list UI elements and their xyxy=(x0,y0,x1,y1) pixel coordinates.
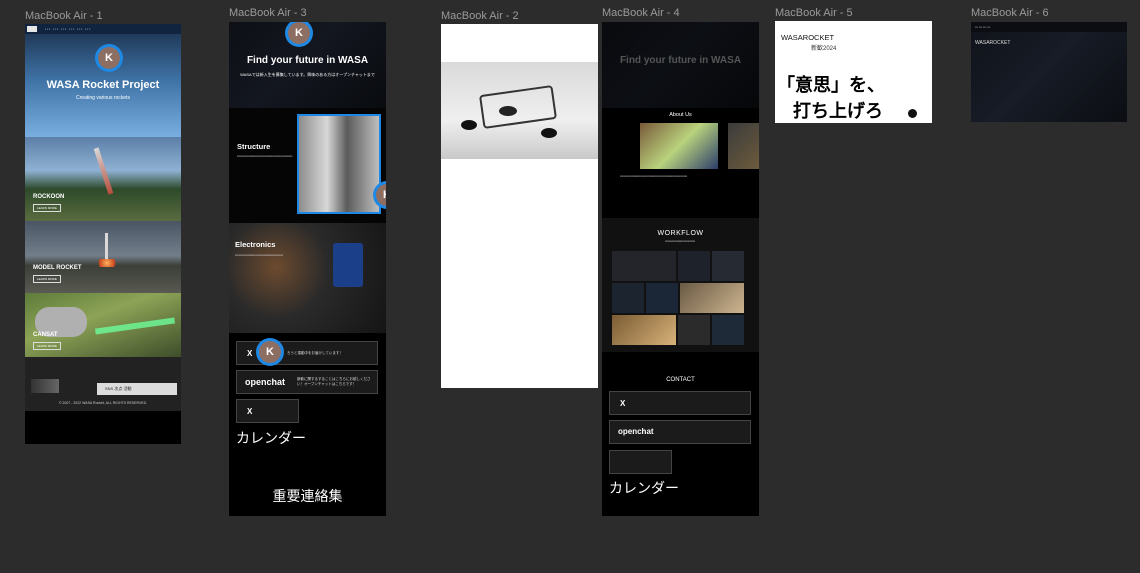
frame-label-5[interactable]: MacBook Air - 5 xyxy=(775,7,853,19)
frame-macbook-air-2[interactable] xyxy=(441,24,598,388)
calendar-heading: カレンダー xyxy=(609,480,679,496)
about-section: About Us ▪▪▪▪▪▪▪▪▪▪▪▪▪▪▪▪▪▪▪▪▪▪▪▪▪▪▪▪▪▪▪… xyxy=(602,108,759,210)
contact-title: CONTACT xyxy=(666,377,695,383)
structure-section: Structure ▪▪▪▪▪▪▪▪▪▪▪▪▪▪▪▪▪▪▪▪▪▪▪▪▪▪▪▪▪▪… xyxy=(229,108,386,223)
nav-links[interactable]: ▪▪▪ ▪▪▪ ▪▪▪ ▪▪▪ xyxy=(975,25,1035,29)
workflow-description: ▪▪▪▪▪▪▪▪▪▪▪▪▪▪▪▪▪▪▪▪▪▪▪▪▪▪▪▪ xyxy=(665,239,695,243)
workflow-card[interactable] xyxy=(680,283,744,313)
openchat-card[interactable]: openchat xyxy=(609,420,751,444)
cansat-section: CANSAT LEARN MORE xyxy=(25,293,181,357)
brand-name: WASAROCKET xyxy=(975,40,1011,46)
drone-frame-graphic xyxy=(478,85,558,129)
brand-subtitle: 新歓2024 xyxy=(811,46,837,52)
x-logo-icon: X xyxy=(620,399,626,408)
frame-macbook-air-5[interactable]: WASAROCKET 新歓2024 「意思」を、 打ち上げろ xyxy=(775,21,932,123)
calendar-heading: カレンダー xyxy=(236,430,306,446)
slogan-line-2: 打ち上げろ xyxy=(793,101,883,121)
frame-macbook-air-6[interactable]: WASAROCKET ▪▪▪ ▪▪▪ ▪▪▪ ▪▪▪ xyxy=(971,22,1127,122)
propeller-graphic xyxy=(541,128,557,138)
section-title: CANSAT xyxy=(33,332,58,338)
learn-more-button[interactable]: LEARN MORE xyxy=(33,275,61,283)
flame-graphic xyxy=(95,259,119,267)
about-title: About Us xyxy=(669,112,692,118)
collaborator-avatar[interactable]: K xyxy=(95,44,123,72)
x-card-small[interactable] xyxy=(609,450,672,474)
structure-description: ▪▪▪▪▪▪▪▪▪▪▪▪▪▪▪▪▪▪▪▪▪▪▪▪▪▪▪▪▪▪▪▪▪▪▪▪▪▪▪▪… xyxy=(237,154,293,158)
electronics-section: Electronics ▪▪▪▪▪▪▪▪▪▪▪▪▪▪▪▪▪▪▪▪▪▪▪▪▪▪▪▪… xyxy=(229,223,386,333)
about-image[interactable] xyxy=(640,123,718,169)
workflow-card[interactable] xyxy=(612,315,676,345)
frame-label-1[interactable]: MacBook Air - 1 xyxy=(25,10,103,22)
openchat-card-text: 新歓に関するすることはこちらにお越しください！オープンチャットはこちらです！ xyxy=(297,377,371,386)
section-title: MODEL ROCKET xyxy=(33,265,82,271)
collaborator-avatar[interactable]: K xyxy=(256,338,284,366)
x-logo-icon: X xyxy=(247,349,253,358)
workflow-card[interactable] xyxy=(612,283,644,313)
workflow-card[interactable] xyxy=(678,251,710,281)
structure-title: Structure xyxy=(237,142,271,151)
hero-title: Find your future in WASA xyxy=(619,55,742,66)
propeller-graphic xyxy=(499,106,517,116)
nav-links[interactable]: ▪▪▪ ▪▪▪ ▪▪▪ ▪▪▪ ▪▪▪ ▪▪▪ xyxy=(45,27,165,31)
hero-title: WASA Rocket Project xyxy=(46,79,160,91)
openchat-logo: openchat xyxy=(618,427,654,436)
workflow-section: WORKFLOW ▪▪▪▪▪▪▪▪▪▪▪▪▪▪▪▪▪▪▪▪▪▪▪▪▪▪▪▪ xyxy=(602,218,759,352)
x-card[interactable]: X xyxy=(609,391,751,415)
frame-macbook-air-1[interactable]: ▪▪▪ ▪▪▪ ▪▪▪ ▪▪▪ ▪▪▪ ▪▪▪ WASA Rocket Proj… xyxy=(25,24,181,444)
about-image-side[interactable] xyxy=(728,123,759,169)
copyright: © 2007 - 2022 WASA Rocket, ALL RIGHTS RE… xyxy=(58,401,148,405)
electronics-description: ▪▪▪▪▪▪▪▪▪▪▪▪▪▪▪▪▪▪▪▪▪▪▪▪▪▪▪▪▪▪▪▪▪▪▪▪▪▪▪▪… xyxy=(235,253,283,257)
rockoon-section: ROCKOON LEARN MORE xyxy=(25,137,181,221)
workflow-title: WORKFLOW xyxy=(657,230,704,237)
frame-label-4[interactable]: MacBook Air - 4 xyxy=(602,7,680,19)
frame-label-3[interactable]: MacBook Air - 3 xyxy=(229,7,307,19)
workflow-card[interactable] xyxy=(712,251,744,281)
light-streak-graphic xyxy=(94,317,176,335)
hero-subtitle: WASAでは新入生を募集しています。興味のある方はオープンチャットまで xyxy=(240,72,375,77)
workflow-card[interactable] xyxy=(712,315,744,345)
structure-image[interactable] xyxy=(297,114,381,214)
frame-label-6[interactable]: MacBook Air - 6 xyxy=(971,7,1049,19)
hero-title: Find your future in WASA xyxy=(246,55,369,66)
workflow-card[interactable] xyxy=(646,283,678,313)
logo-box[interactable] xyxy=(27,26,37,32)
openchat-logo: openchat xyxy=(245,377,286,387)
multimeter-graphic xyxy=(333,243,363,287)
drone-image[interactable] xyxy=(441,62,598,159)
frame-macbook-air-3[interactable]: Find your future in WASA WASAでは新入生を募集してい… xyxy=(229,22,386,516)
openchat-card[interactable]: openchat 新歓に関するすることはこちらにお越しください！オープンチャット… xyxy=(236,370,378,394)
section-title: ROCKOON xyxy=(33,194,65,200)
nav-bar: ▪▪▪ ▪▪▪ ▪▪▪ ▪▪▪ ▪▪▪ ▪▪▪ xyxy=(25,24,181,34)
footer: SNS 次点 活動 © 2007 - 2022 WASA Rocket, ALL… xyxy=(25,357,181,411)
hero-section: Find your future in WASA xyxy=(602,22,759,108)
hero-subtitle: Creating various rockets xyxy=(76,95,130,101)
rocket-graphic xyxy=(105,233,108,261)
workflow-card[interactable] xyxy=(678,315,710,345)
frame-label-2[interactable]: MacBook Air - 2 xyxy=(441,10,519,22)
slogan-line-1: 「意思」を、 xyxy=(777,75,885,95)
rocket-graphic xyxy=(93,147,114,195)
brand-name: WASAROCKET xyxy=(781,33,835,42)
electronics-title: Electronics xyxy=(235,240,276,249)
frame-macbook-air-4[interactable]: Find your future in WASA About Us ▪▪▪▪▪▪… xyxy=(602,22,759,516)
workflow-card[interactable] xyxy=(612,251,676,281)
x-logo-icon: X xyxy=(247,407,253,416)
contact-section: CONTACT X openchat カレンダー xyxy=(602,361,759,516)
footer-logo xyxy=(31,379,59,393)
contacts-heading: 重要連絡集 xyxy=(272,488,343,504)
x-card-small[interactable]: X xyxy=(236,399,299,423)
x-card-text: ろうと運動中をお届けしています！ xyxy=(287,351,343,355)
learn-more-button[interactable]: LEARN MORE xyxy=(33,342,61,350)
propeller-graphic xyxy=(461,120,477,130)
model-rocket-section: MODEL ROCKET LEARN MORE xyxy=(25,221,181,293)
learn-more-button[interactable]: LEARN MORE xyxy=(33,204,61,212)
badge-icon xyxy=(908,109,917,118)
about-description: ▪▪▪▪▪▪▪▪▪▪▪▪▪▪▪▪▪▪▪▪▪▪▪▪▪▪▪▪▪▪▪▪▪▪▪▪▪▪▪▪… xyxy=(620,174,687,178)
footer-sns-button[interactable]: SNS 次点 活動 xyxy=(97,383,177,395)
